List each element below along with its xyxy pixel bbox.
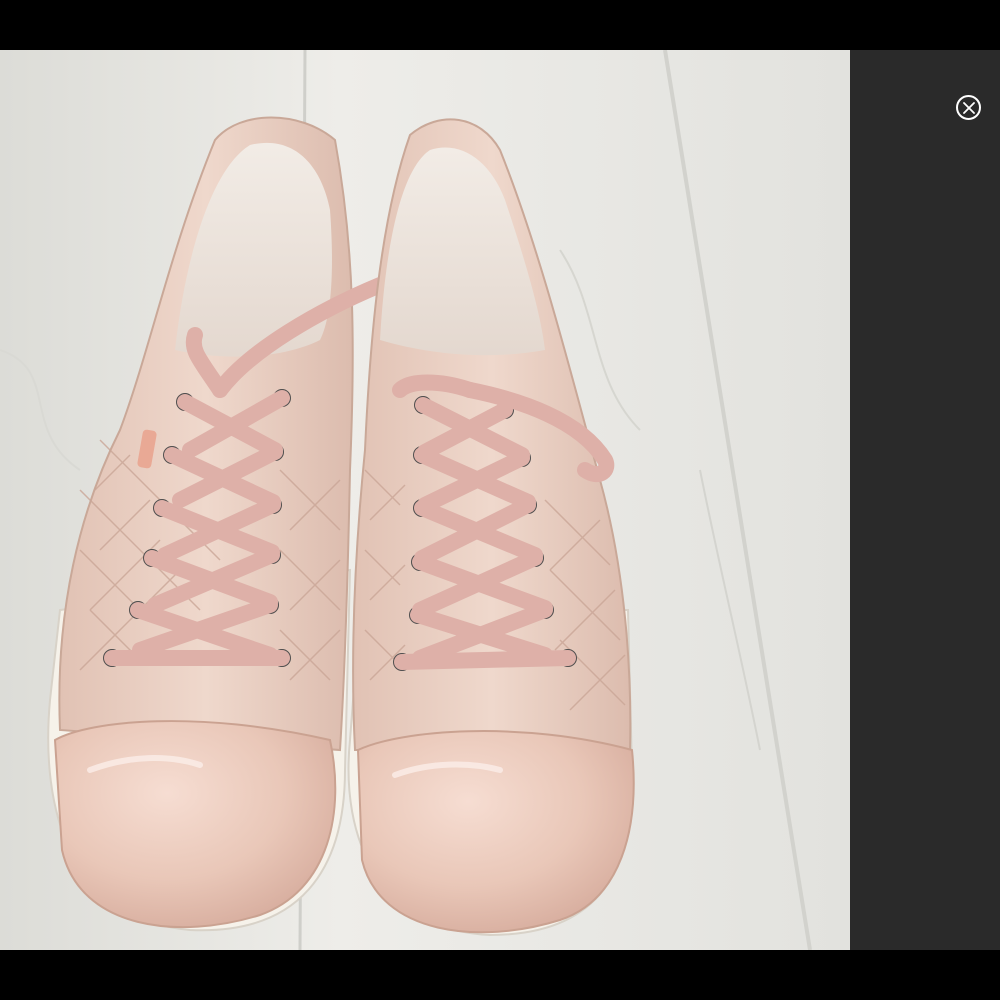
close-button[interactable] <box>956 95 981 120</box>
image-viewer <box>0 0 1000 1000</box>
close-circle-icon <box>962 101 975 114</box>
photo-illustration <box>0 50 850 950</box>
side-panel <box>850 50 1000 950</box>
photo <box>0 50 850 950</box>
